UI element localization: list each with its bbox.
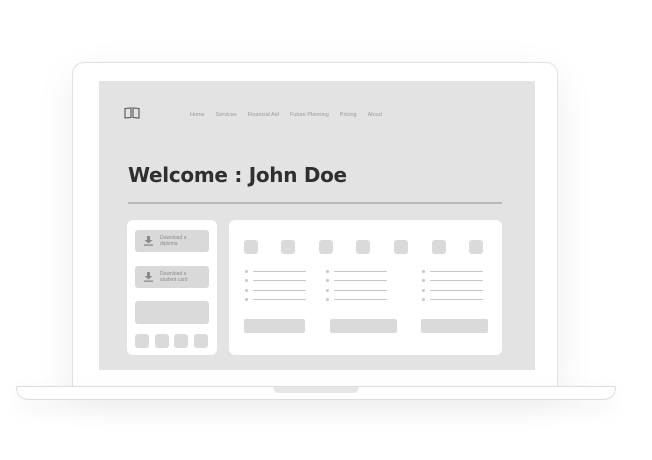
book-icon[interactable] [124,107,140,119]
nav-item-future-planning[interactable]: Future Planning [290,112,329,118]
nav-item-financial-aid[interactable]: Financial Aid [248,112,279,118]
nav-item-about[interactable]: About [368,112,382,118]
placeholder-icon[interactable] [394,240,408,254]
placeholder-button[interactable] [421,319,488,333]
sidebar-placeholder-square[interactable] [135,334,149,348]
download-icon [144,236,153,246]
download-student-card-label: Download a student card [160,271,188,283]
download-icon [144,272,153,282]
nav-item-pricing[interactable]: Pricing [340,112,357,118]
placeholder-icon[interactable] [469,240,483,254]
nav-item-home[interactable]: Home [190,112,205,118]
placeholder-icon[interactable] [432,240,446,254]
download-student-card-button[interactable]: Download a student card [135,266,209,288]
sidebar-placeholder-square[interactable] [155,334,169,348]
sidebar-placeholder-block [135,301,209,324]
download-diploma-label: Download a diploma [160,235,187,247]
placeholder-button[interactable] [244,319,305,333]
placeholder-button[interactable] [330,319,397,333]
nav-item-services[interactable]: Services [216,112,237,118]
placeholder-icon[interactable] [319,240,333,254]
placeholder-icon[interactable] [281,240,295,254]
laptop-notch [273,387,359,393]
sidebar-placeholder-square[interactable] [174,334,188,348]
title-divider [128,202,502,204]
placeholder-icon[interactable] [244,240,258,254]
placeholder-icon[interactable] [356,240,370,254]
sidebar-placeholder-square[interactable] [194,334,208,348]
page-title: Welcome : John Doe [128,163,347,187]
download-diploma-button[interactable]: Download a diploma [135,230,209,252]
top-nav: Home Services Financial Aid Future Plann… [190,112,382,118]
